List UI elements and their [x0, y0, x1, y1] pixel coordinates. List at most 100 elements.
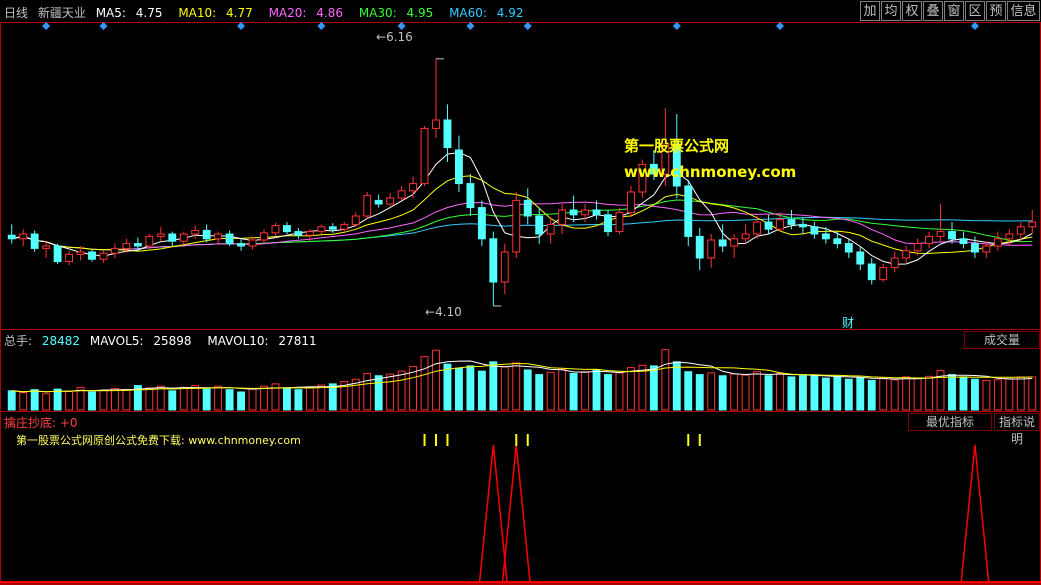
volume-bar — [500, 366, 509, 411]
candle-body — [604, 214, 612, 233]
candle-body — [592, 209, 601, 216]
volume-bar — [615, 372, 624, 411]
candle — [523, 188, 532, 225]
candle-body — [615, 211, 624, 233]
candle-body — [879, 267, 888, 281]
candle — [168, 231, 177, 246]
volume-bar — [282, 387, 291, 411]
candle-body — [271, 225, 280, 234]
candle-body — [282, 225, 291, 233]
event-diamond-icon — [42, 22, 51, 30]
volume-bar — [707, 372, 716, 411]
candle-body — [202, 229, 211, 240]
candle — [409, 176, 418, 198]
volume-bar — [145, 387, 154, 411]
volume-bar — [592, 369, 601, 411]
volume-bar — [638, 364, 647, 411]
event-diamond-icon — [397, 22, 406, 30]
candle-body — [821, 233, 830, 240]
candle — [890, 252, 899, 273]
volume-bar — [879, 378, 888, 411]
candle — [454, 135, 463, 192]
candle — [99, 250, 108, 263]
low-price-label: ←4.10 — [425, 305, 462, 319]
candle — [420, 126, 429, 186]
volume-bar — [741, 374, 750, 411]
candle-body — [959, 238, 968, 245]
candle — [684, 180, 693, 246]
candle-body — [753, 221, 762, 235]
signal-bar — [435, 434, 437, 446]
candle-body — [363, 195, 372, 217]
candle — [386, 193, 395, 207]
volume-bar — [122, 389, 131, 411]
volume-bar — [787, 376, 796, 411]
volume-bar — [959, 376, 968, 411]
candle — [959, 231, 968, 249]
volume-bar — [432, 349, 440, 411]
candle-body — [214, 233, 223, 240]
volume-bar — [856, 377, 865, 411]
candle-body — [489, 238, 498, 283]
candle-body — [191, 229, 200, 235]
candle-body — [179, 233, 188, 242]
volume-bar — [558, 368, 567, 411]
volume-bar — [88, 391, 96, 411]
event-diamond-icon — [237, 22, 246, 30]
candle — [7, 224, 16, 244]
candle-body — [443, 119, 452, 149]
volume-bar — [649, 365, 658, 411]
volume-bar — [695, 374, 704, 411]
volume-bar — [443, 363, 452, 411]
candle-body — [88, 251, 96, 260]
signal-bar — [446, 434, 449, 446]
candle — [626, 186, 635, 218]
candle — [260, 229, 268, 244]
volume-bar — [489, 361, 498, 411]
candle-body — [569, 209, 578, 216]
candle — [65, 250, 74, 266]
candle-body — [718, 239, 727, 247]
volume-bar — [53, 388, 62, 411]
volume-bar — [569, 372, 578, 411]
candle-body — [925, 235, 934, 245]
candle-body — [1016, 226, 1025, 235]
candle-body — [328, 226, 337, 230]
volume-bar — [626, 367, 635, 411]
candle — [397, 186, 406, 201]
candle-body — [707, 239, 716, 259]
high-price-label: ←6.16 — [376, 30, 413, 44]
volume-bar — [7, 390, 16, 411]
volume-bar — [661, 349, 670, 411]
watermark-url: www.chnmoney.com — [624, 163, 797, 181]
best-indicator-button[interactable]: 最优指标 — [908, 413, 992, 431]
volume-bar — [420, 356, 429, 411]
volume-bar — [294, 389, 303, 411]
candle-body — [133, 243, 142, 247]
volume-bar — [99, 389, 108, 411]
indicator-header: 擒庄抄底: +0 — [4, 414, 78, 431]
indicator-help-button[interactable]: 指标说明 — [994, 413, 1040, 446]
volume-button[interactable]: 成交量 — [964, 331, 1040, 349]
volume-bar — [684, 371, 693, 411]
candle — [569, 195, 578, 222]
volume-bar — [386, 373, 395, 411]
candle — [558, 204, 567, 234]
signal-bar — [687, 434, 690, 446]
candle-body — [730, 238, 739, 247]
volume-bar — [42, 393, 51, 411]
candle — [810, 222, 819, 239]
candle-body — [7, 234, 16, 240]
volume-bar — [65, 390, 74, 411]
candle-body — [156, 233, 165, 237]
candle — [214, 231, 223, 244]
volume-bar — [363, 372, 372, 411]
candle — [672, 114, 681, 198]
finance-marker[interactable]: 财 — [842, 314, 854, 331]
stock-chart[interactable] — [0, 0, 1041, 585]
candle-body — [145, 235, 154, 247]
volume-bar — [260, 385, 268, 411]
candle-body — [317, 226, 326, 233]
candle-body — [1005, 233, 1014, 240]
volume-bar — [776, 372, 784, 411]
